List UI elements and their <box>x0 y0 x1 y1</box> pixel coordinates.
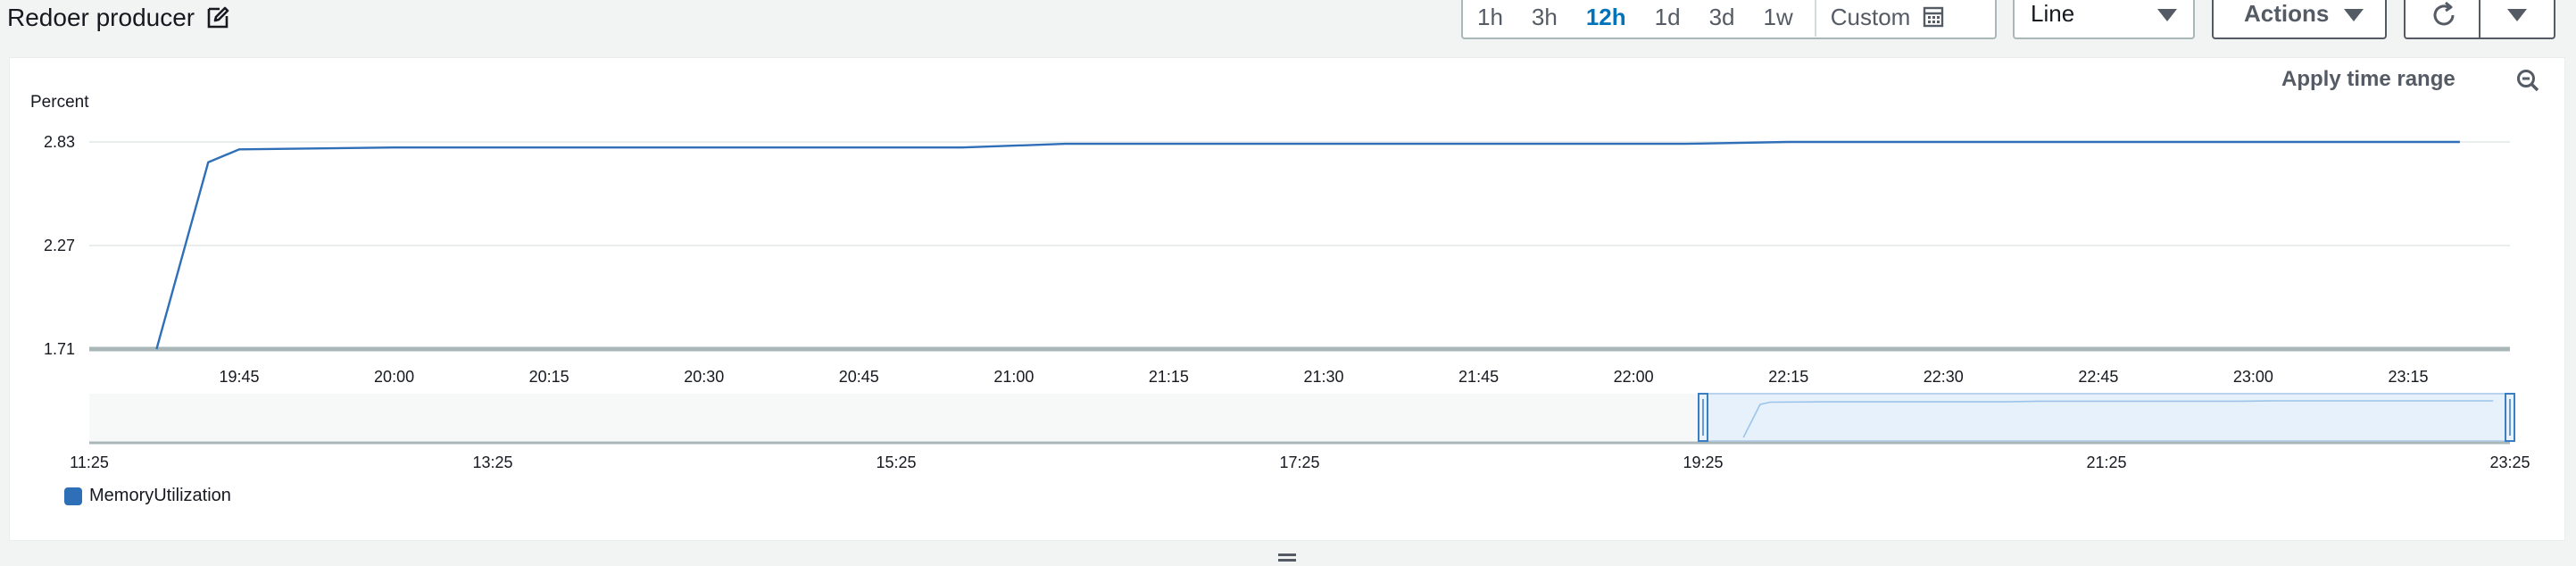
y-tick-label: 1.71 <box>44 340 75 358</box>
x-tick-label: 21:00 <box>993 368 1034 386</box>
legend-swatch <box>64 487 82 505</box>
navigator-tick-label: 15:25 <box>876 454 916 471</box>
navigator-tick-label: 23:25 <box>2489 454 2530 471</box>
navigator-tick-label: 11:25 <box>70 454 109 471</box>
x-tick-label: 20:30 <box>684 368 724 386</box>
legend[interactable]: MemoryUtilization <box>64 486 231 506</box>
y-axis-unit-label: Percent <box>30 93 89 112</box>
x-tick-label: 21:45 <box>1458 368 1499 386</box>
x-tick-label: 21:30 <box>1303 368 1343 386</box>
x-tick-label: 22:30 <box>1924 368 1964 386</box>
y-tick-label: 2.27 <box>44 237 75 254</box>
x-tick-label: 22:15 <box>1768 368 1808 386</box>
x-tick-label: 22:45 <box>2078 368 2118 386</box>
grid-lines <box>89 141 2510 246</box>
x-tick-label: 20:45 <box>839 368 879 386</box>
x-tick-label: 23:00 <box>2233 368 2273 386</box>
x-tick-label: 20:15 <box>529 368 569 386</box>
x-axis-ticks: 19:45 20:00 20:15 20:30 20:45 21:00 21:15 21:30… <box>219 368 2428 386</box>
memory-utilization-chart: Percent 1.71 2.27 2.83 19:45 20:00 20:15 20:3… <box>30 93 2530 471</box>
navigator-tick-label: 17:25 <box>1279 454 1319 471</box>
y-axis-ticks: 1.71 2.27 2.83 <box>44 133 75 358</box>
legend-label: MemoryUtilization <box>89 486 231 505</box>
navigator-tick-label: 13:25 <box>472 454 512 471</box>
y-tick-label: 2.83 <box>44 133 75 151</box>
x-tick-label: 22:00 <box>1614 368 1654 386</box>
x-tick-label: 20:00 <box>374 368 414 386</box>
resize-handle[interactable] <box>1278 554 1296 562</box>
x-tick-label: 21:15 <box>1149 368 1189 386</box>
time-navigator[interactable]: 11:25 13:25 15:25 17:25 19:25 21:25 23:25 <box>70 393 2530 471</box>
x-tick-label: 19:45 <box>219 368 259 386</box>
navigator-tick-label: 19:25 <box>1683 454 1723 471</box>
navigator-tick-label: 21:25 <box>2086 454 2126 471</box>
x-tick-label: 23:15 <box>2388 368 2428 386</box>
